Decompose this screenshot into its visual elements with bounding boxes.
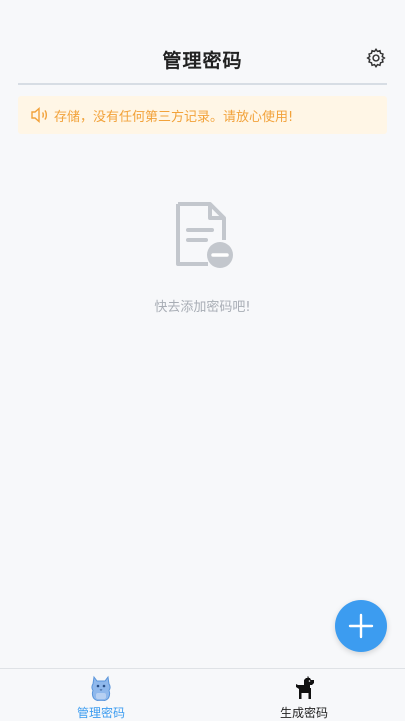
document-remove-icon — [176, 202, 233, 268]
empty-message: 快去添加密码吧! — [154, 300, 251, 315]
header: 管理密码 — [0, 0, 405, 84]
header-divider — [18, 83, 387, 85]
add-password-button[interactable] — [335, 600, 387, 652]
dog-icon — [296, 676, 314, 699]
cat-icon — [91, 675, 111, 701]
tab-manage-passwords-label: 管理密码 — [76, 706, 125, 720]
tab-bar: 管理密码 生成密码 — [0, 668, 405, 721]
tab-generate-password[interactable]: 生成密码 — [203, 669, 405, 721]
notice-bar: 存储，没有任何第三方记录。请放心使用! — [18, 96, 387, 134]
tab-generate-password-label: 生成密码 — [279, 706, 328, 720]
tab-manage-passwords[interactable]: 管理密码 — [0, 669, 202, 721]
speaker-icon — [31, 106, 47, 124]
notice-text: 存储，没有任何第三方记录。请放心使用! — [54, 109, 294, 125]
page-title: 管理密码 — [162, 50, 243, 72]
plus-icon — [348, 613, 374, 639]
gear-icon[interactable] — [365, 47, 387, 69]
